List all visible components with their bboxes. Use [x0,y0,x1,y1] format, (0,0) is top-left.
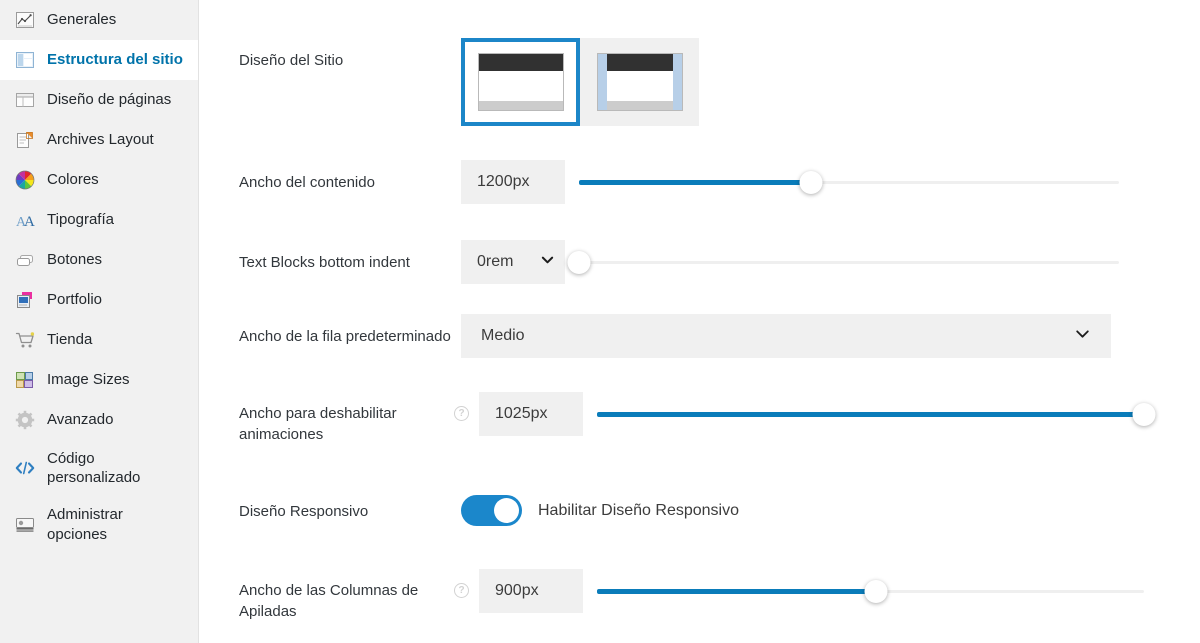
sidebar-item-label: Generales [47,11,117,29]
label-site-layout: Diseño del Sitio [239,52,344,69]
responsive-design-toggle[interactable] [461,495,522,526]
row-stacked-columns-width: Ancho de las Columnas de Apiladas ? 900p… [199,569,1200,623]
row-content-width: Ancho del contenido 1200px [199,160,1200,204]
sidebar-item-generales[interactable]: Generales [0,0,198,40]
gear-icon [14,409,36,431]
archive-icon [14,129,36,151]
responsive-design-control: Habilitar Diseño Responsivo [461,495,739,526]
sidebar-item-label: Colores [47,171,99,189]
buttons-icon [14,249,36,271]
slider-fill [597,589,876,594]
sidebar-item-label: Código personalizado [47,450,141,487]
sidebar-item-label: Tipografía [47,211,114,229]
chart-icon [14,9,36,31]
image-sizes-icon [14,369,36,391]
sidebar-item-tipografia[interactable]: AA Tipografía [0,200,198,240]
label-responsive-design: Diseño Responsivo [239,503,369,520]
preview-footer [478,101,563,110]
slider-thumb[interactable] [864,580,888,603]
label-content-width: Ancho del contenido [239,174,375,191]
row-site-layout: Diseño del Sitio [199,38,1200,126]
slider-fill [597,412,1144,417]
settings-panel: Diseño del Sitio Ancho del contenido 120… [199,0,1200,643]
default-row-width-value: Medio [481,327,525,344]
preview-header [478,54,563,71]
sidebar-item-label: Diseño de páginas [47,91,172,109]
settings-page: Generales Estructura del sitio Diseño de… [0,0,1200,643]
preview-right-margin [672,54,682,110]
sidebar-item-administrar-opciones[interactable]: Administrar opciones [0,496,198,552]
toggle-knob [494,498,519,523]
sidebar-item-estructura-del-sitio[interactable]: Estructura del sitio [0,40,198,80]
label-disable-animations-width: Ancho para deshabilitar animaciones [239,405,397,444]
row-text-blocks-indent: Text Blocks bottom indent 0rem [199,240,1200,284]
sidebar-item-label: Image Sizes [47,371,130,389]
content-width-slider[interactable] [579,160,1119,204]
responsive-design-toggle-label: Habilitar Diseño Responsivo [538,501,739,519]
color-wheel-icon [14,169,36,191]
preview-left-margin [597,54,607,110]
preview-body [597,71,682,101]
row-default-row-width: Ancho de la fila predeterminado Medio [199,314,1200,358]
stacked-columns-width-input[interactable]: 900px [479,569,583,613]
sidebar-item-avanzado[interactable]: Avanzado [0,400,198,440]
sidebar-item-tienda[interactable]: Tienda [0,320,198,360]
preview-footer [597,101,682,110]
disable-animations-width-slider[interactable] [597,392,1156,436]
sidebar-item-label: Portfolio [47,291,103,309]
sidebar-item-colores[interactable]: Colores [0,160,198,200]
slider-thumb[interactable] [567,251,591,274]
code-icon [14,457,36,479]
portfolio-icon [14,289,36,311]
page-layout-icon [14,89,36,111]
help-icon[interactable]: ? [454,406,469,421]
layout-preview-full-width [477,53,564,111]
label-stacked-columns-width: Ancho de las Columnas de Apiladas [239,582,419,621]
sidebar-item-archives-layout[interactable]: Archives Layout [0,120,198,160]
slider-fill [579,180,812,185]
sidebar-item-label: Archives Layout [47,131,154,149]
text-blocks-indent-slider[interactable] [567,240,1119,284]
sidebar-item-diseno-de-paginas[interactable]: Diseño de páginas [0,80,198,120]
layout-option-boxed[interactable] [580,38,699,126]
preview-body [478,71,563,101]
label-default-row-width: Ancho de la fila predeterminado [239,328,451,345]
sidebar-item-image-sizes[interactable]: Image Sizes [0,360,198,400]
typography-icon: AA [14,209,36,231]
sidebar-item-botones[interactable]: Botones [0,240,198,280]
svg-text:A: A [24,214,35,230]
sidebar-item-label: Estructura del sitio [47,51,183,69]
row-responsive-design: Diseño Responsivo Habilitar Diseño Respo… [199,495,1200,526]
slider-thumb[interactable] [1132,403,1156,426]
slider-thumb[interactable] [799,171,823,194]
manage-options-icon [14,514,36,536]
sidebar-item-portfolio[interactable]: Portfolio [0,280,198,320]
sidebar-item-label: Tienda [47,331,93,349]
label-text-blocks-indent: Text Blocks bottom indent [239,254,410,271]
chevron-down-icon [540,252,555,272]
slider-track [579,261,1119,264]
sidebar: Generales Estructura del sitio Diseño de… [0,0,199,643]
layout-panel-icon [14,49,36,71]
stacked-columns-width-slider[interactable] [597,569,1144,613]
disable-animations-width-input[interactable]: 1025px [479,392,583,436]
default-row-width-select[interactable]: Medio [461,314,1111,358]
row-disable-animations-width: Ancho para deshabilitar animaciones ? 10… [199,392,1200,446]
sidebar-item-codigo-personalizado[interactable]: Código personalizado [0,440,198,496]
help-icon[interactable]: ? [454,583,469,598]
chevron-down-icon [1074,325,1091,347]
layout-preview-boxed [596,53,683,111]
text-blocks-indent-select[interactable]: 0rem [461,240,565,284]
sidebar-item-label: Administrar opciones [47,506,123,543]
preview-header [597,54,682,71]
text-blocks-indent-value: 0rem [477,253,514,270]
cart-icon [14,329,36,351]
content-width-input[interactable]: 1200px [461,160,565,204]
layout-option-full-width[interactable] [461,38,580,126]
site-layout-options [461,38,699,126]
sidebar-item-label: Botones [47,251,103,269]
sidebar-item-label: Avanzado [47,411,114,429]
